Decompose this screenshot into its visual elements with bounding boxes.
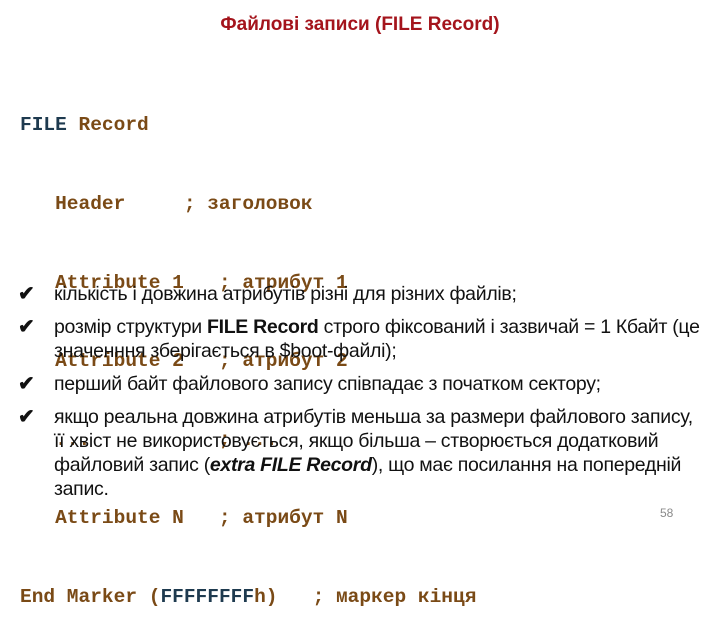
code-end-hex: FFFFFFFF <box>160 585 255 608</box>
slide-title: Файлові записи (FILE Record) <box>220 14 500 35</box>
bullet-text: розмір структури FILE Record строго фікс… <box>54 315 708 363</box>
checkmark-icon: ✔ <box>18 373 35 395</box>
code-line-end-marker: End Marker (FFFFFFFFh) ; маркер кінця <box>20 584 476 610</box>
bullet-text: перший байт файлового запису співпадає з… <box>54 373 601 395</box>
bullet-text-bold: FILE Record <box>206 316 319 338</box>
checkmark-icon: ✔ <box>18 316 35 338</box>
page-number: 58 <box>660 506 674 520</box>
checkmark-icon: ✔ <box>18 406 35 428</box>
bullet-text: якщо реальна довжина атрибутів меньша за… <box>54 405 708 501</box>
bullet-text-bold-italic: extra FILE Record <box>209 454 372 476</box>
code-line-header: Header ; заголовок <box>20 193 313 215</box>
code-end-prefix: End Marker ( <box>20 585 161 608</box>
list-item: ✔ якщо реальна довжина атрибутів меньша … <box>18 405 708 501</box>
code-end-suffix: h) ; маркер кінця <box>254 585 477 608</box>
list-item: ✔ перший байт файлового запису співпадає… <box>18 372 708 396</box>
list-item: ✔ розмір структури FILE Record строго фі… <box>18 315 708 363</box>
bullet-list: ✔ кількість і довжина атрибутів різні дл… <box>18 282 708 510</box>
bullet-text-pre: розмір структури <box>54 316 207 338</box>
bullet-text: кількість і довжина атрибутів різні для … <box>54 283 517 305</box>
list-item: ✔ кількість і довжина атрибутів різні дл… <box>18 282 708 306</box>
code-line-file-record: FILE Record <box>20 112 476 138</box>
checkmark-icon: ✔ <box>18 283 35 305</box>
code-text-record: Record <box>66 114 149 137</box>
code-keyword-file: FILE <box>20 114 67 137</box>
